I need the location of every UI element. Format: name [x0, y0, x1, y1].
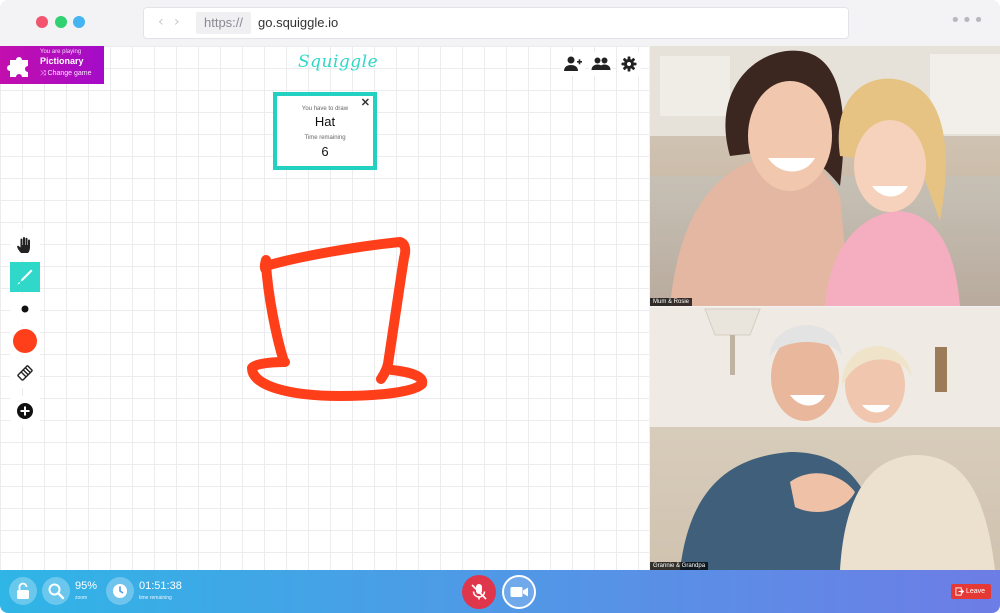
zoom-label: zoom	[75, 595, 88, 601]
mute-microphone-button[interactable]	[462, 575, 496, 609]
bottom-control-bar: 95% zoom 01:51:38 time remaining Leave	[0, 570, 1000, 613]
video-camera-icon	[510, 587, 528, 597]
video-tile-mum-rosie[interactable]: Mum & Rosie	[650, 46, 1000, 306]
leave-label: Leave	[966, 588, 986, 595]
pen-icon	[17, 269, 33, 285]
url-text[interactable]: go.squiggle.io	[258, 8, 338, 38]
zoom-button[interactable]	[42, 577, 70, 605]
dot-icon	[21, 305, 29, 313]
back-arrow-icon[interactable]: ‹	[158, 14, 164, 30]
exit-icon	[955, 587, 964, 596]
minimize-window-dot[interactable]	[55, 16, 67, 28]
browser-menu-icon[interactable]: •••	[950, 10, 985, 31]
plus-icon	[17, 403, 33, 419]
close-window-dot[interactable]	[36, 16, 48, 28]
eraser-icon	[17, 365, 33, 381]
video-feed-grannie-grandpa	[650, 307, 1000, 570]
camera-button[interactable]	[502, 575, 536, 609]
video-feed-mum-rosie	[650, 46, 1000, 306]
hand-tool-button[interactable]	[10, 230, 40, 260]
timer-button[interactable]	[106, 577, 134, 605]
maximize-window-dot[interactable]	[73, 16, 85, 28]
add-tool-button[interactable]	[10, 396, 40, 426]
forward-arrow-icon[interactable]: ›	[174, 14, 180, 30]
unlock-icon	[17, 582, 29, 599]
lock-button[interactable]	[9, 577, 37, 605]
eraser-tool-button[interactable]	[10, 358, 40, 388]
browser-window: ‹ › https:// go.squiggle.io ••• You are …	[0, 0, 1000, 613]
clock-icon	[113, 584, 127, 598]
video-label: Grannie & Grandpa	[650, 562, 709, 570]
color-swatch-icon	[13, 329, 37, 353]
address-bar[interactable]: ‹ › https:// go.squiggle.io	[144, 8, 848, 38]
leave-button[interactable]: Leave	[951, 584, 991, 599]
url-scheme: https://	[196, 12, 252, 34]
session-time-label: time remaining	[139, 595, 172, 601]
brush-size-button[interactable]	[10, 294, 40, 324]
hand-icon	[17, 237, 30, 253]
session-time-value: 01:51:38	[139, 580, 182, 592]
search-icon	[48, 583, 65, 600]
video-label: Mum & Rosie	[650, 298, 693, 306]
zoom-value: 95%	[75, 580, 98, 592]
drawing-canvas[interactable]: You are playing Pictionary ⤨ Change game…	[0, 46, 649, 570]
browser-chrome: ‹ › https:// go.squiggle.io •••	[0, 0, 1000, 46]
mic-muted-icon	[471, 584, 487, 600]
color-picker-button[interactable]	[10, 326, 40, 356]
pen-tool-button[interactable]	[10, 262, 40, 292]
video-tile-grannie-grandpa[interactable]: Grannie & Grandpa	[650, 307, 1000, 570]
hat-drawing	[247, 237, 428, 401]
